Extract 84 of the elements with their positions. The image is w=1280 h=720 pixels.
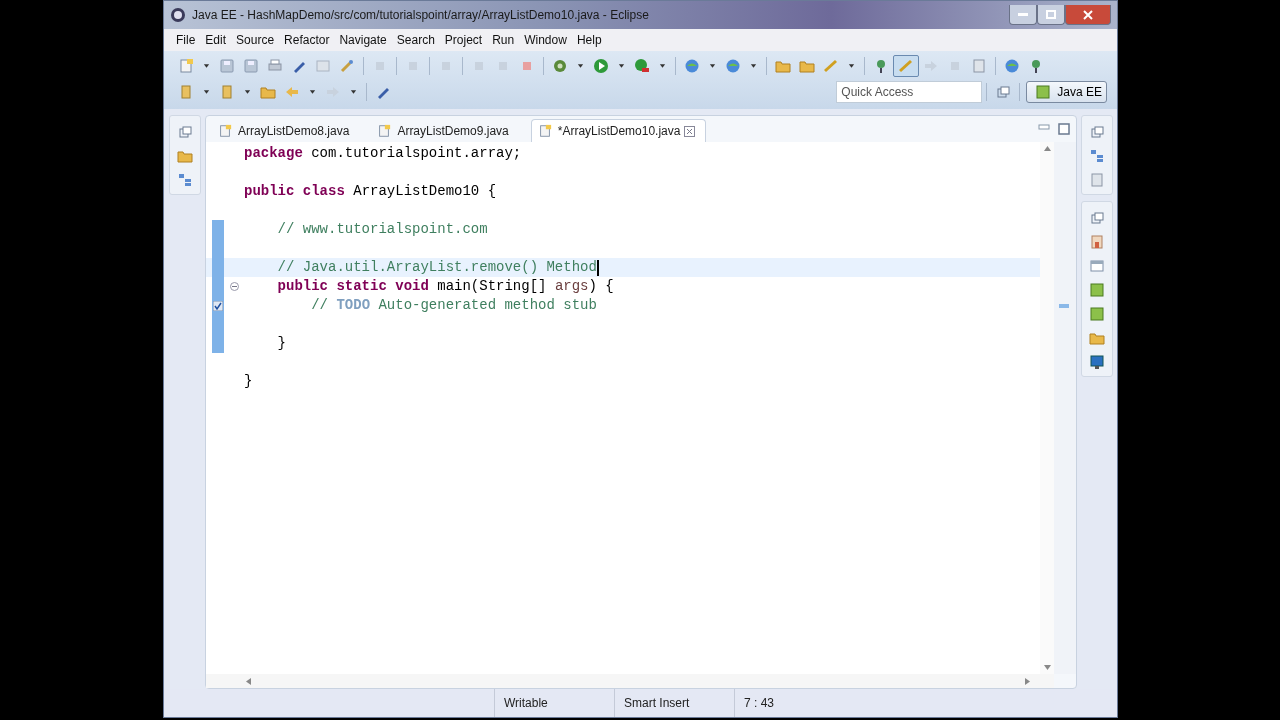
brush-icon[interactable] xyxy=(823,58,839,74)
perspective-icon xyxy=(1035,84,1052,100)
scroll-right-icon[interactable] xyxy=(1025,677,1030,685)
run-icon[interactable] xyxy=(593,58,609,74)
caret-icon[interactable] xyxy=(618,62,625,70)
maximize-button[interactable] xyxy=(1037,5,1065,25)
caret-icon[interactable] xyxy=(203,88,210,96)
java-file-icon xyxy=(377,124,392,138)
minimize-icon[interactable] xyxy=(1038,123,1050,131)
menu-item[interactable]: Edit xyxy=(200,33,232,47)
code-line: // TODO Auto-generated method stub xyxy=(310,296,597,315)
menu-item[interactable]: File xyxy=(171,33,201,47)
menu-item[interactable]: Source xyxy=(231,33,280,47)
folder-icon[interactable] xyxy=(775,58,791,74)
new-file-icon[interactable] xyxy=(178,58,194,74)
code-line: public static void main(String[] args) { xyxy=(276,277,614,296)
restore-icon[interactable] xyxy=(177,124,193,140)
package-explorer-icon[interactable] xyxy=(177,148,193,164)
editor-tab[interactable]: ArrayListDemo8.java xyxy=(212,120,358,142)
caret-icon[interactable] xyxy=(750,62,757,70)
scroll-up-icon[interactable] xyxy=(1043,146,1051,151)
menu-item[interactable]: Refactor xyxy=(279,33,335,47)
menu-item[interactable]: Help xyxy=(571,33,607,47)
menu-item[interactable]: Window xyxy=(519,33,572,47)
menu-item[interactable]: Run xyxy=(487,33,520,47)
folder-icon[interactable] xyxy=(260,84,276,100)
close-button[interactable] xyxy=(1065,5,1111,25)
maximize-icon xyxy=(1046,10,1056,19)
gear-icon[interactable] xyxy=(552,58,568,74)
code-line: // Java.util.ArrayList.remove() Method xyxy=(276,258,597,277)
editor-tab[interactable]: *ArrayListDemo10.java xyxy=(530,119,707,142)
save-icon[interactable] xyxy=(219,58,235,74)
outline-icon[interactable] xyxy=(1089,148,1105,164)
globe-icon[interactable] xyxy=(725,58,741,74)
java-file-icon xyxy=(218,124,232,138)
java-file-icon xyxy=(537,124,552,138)
save-all-icon[interactable] xyxy=(243,58,259,74)
text-cursor xyxy=(596,259,599,276)
code-line: } xyxy=(276,334,286,353)
eclipse-logo-icon xyxy=(170,7,186,23)
menu-item[interactable]: Navigate xyxy=(334,33,392,47)
run-external-icon[interactable] xyxy=(634,58,650,74)
hierarchy-icon[interactable] xyxy=(177,172,193,188)
maximize-icon[interactable] xyxy=(1058,123,1070,135)
close-icon xyxy=(1083,9,1093,20)
caret-icon[interactable] xyxy=(309,88,316,96)
restore-icon[interactable] xyxy=(1089,124,1105,140)
caret-icon[interactable] xyxy=(350,88,357,96)
menu-item[interactable]: Project xyxy=(439,33,488,47)
scroll-down-icon[interactable] xyxy=(1043,665,1051,670)
caret-icon[interactable] xyxy=(659,62,666,70)
caret-icon[interactable] xyxy=(577,62,584,70)
wand-icon[interactable] xyxy=(339,58,355,74)
caret-icon[interactable] xyxy=(848,62,855,70)
highlight-icon[interactable] xyxy=(898,58,914,74)
menu-item[interactable]: Search xyxy=(391,33,440,47)
overview-marker[interactable] xyxy=(1059,304,1069,308)
code-line: package com.tutorialspoint.array; xyxy=(244,144,522,163)
close-icon[interactable] xyxy=(684,125,696,137)
caret-icon[interactable] xyxy=(709,62,716,70)
window-title: Java EE - HashMapDemo/src/com/tutorialspoint/array/ArrayListDemo10.java - Eclipse xyxy=(192,8,650,22)
fold-icon[interactable] xyxy=(229,282,239,291)
console-icon[interactable] xyxy=(1089,258,1105,274)
code-line: } xyxy=(244,372,253,391)
folder-icon[interactable] xyxy=(799,58,815,74)
print-icon[interactable] xyxy=(267,58,283,74)
perspective-button[interactable]: Java EE xyxy=(1026,81,1107,103)
globe-icon[interactable] xyxy=(1004,58,1020,74)
monitor-icon[interactable] xyxy=(1089,354,1105,370)
editor-tab[interactable]: ArrayListDemo9.java xyxy=(371,120,517,142)
open-perspective-icon[interactable] xyxy=(995,84,1012,100)
globe-icon[interactable] xyxy=(684,58,700,74)
minimize-button[interactable] xyxy=(1009,5,1037,25)
quick-access-field[interactable]: Quick Access xyxy=(836,81,983,103)
code-line: // www.tutorialspoint.com xyxy=(276,220,488,239)
restore-icon[interactable] xyxy=(1089,210,1105,226)
status-text: 7 : 43 xyxy=(734,689,834,717)
caret-icon[interactable] xyxy=(244,88,251,96)
status-text: Writable xyxy=(494,689,614,717)
status-text: Smart Insert xyxy=(614,689,734,717)
code-line: public class ArrayListDemo10 { xyxy=(244,182,497,201)
caret-icon[interactable] xyxy=(203,62,210,70)
scroll-left-icon[interactable] xyxy=(246,677,251,685)
minimize-icon xyxy=(1018,12,1028,17)
